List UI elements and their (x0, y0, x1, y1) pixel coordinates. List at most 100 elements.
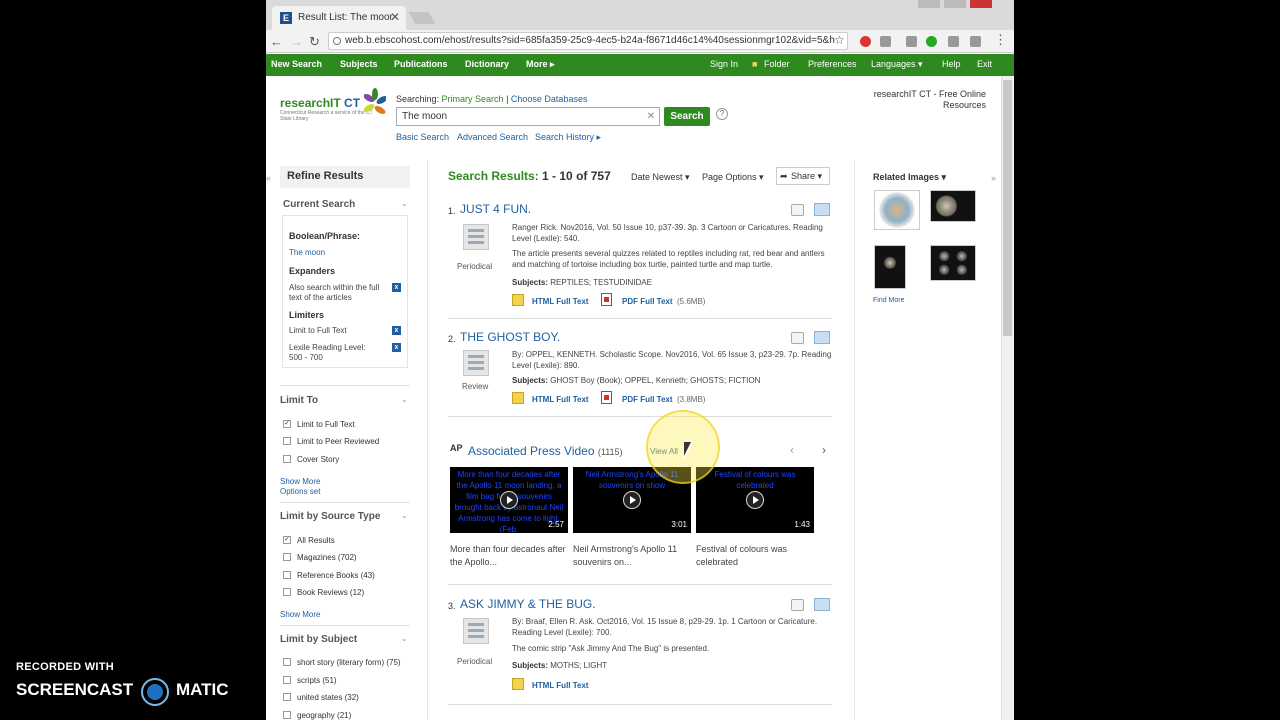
source-option-label[interactable]: All Results (297, 536, 335, 545)
related-image-planet[interactable] (874, 245, 906, 289)
video-thumbnail[interactable]: More than four decades after the Apollo … (450, 467, 568, 533)
next-arrow-icon[interactable]: › (822, 443, 826, 457)
add-to-folder-icon[interactable] (814, 203, 830, 216)
grammarly-extension-icon[interactable] (926, 36, 937, 47)
nav-languages[interactable]: Languages ▾ (871, 59, 923, 70)
scrollbar-thumb[interactable] (1003, 80, 1012, 336)
html-full-text-link[interactable]: HTML Full Text (532, 297, 589, 306)
menu-icon[interactable]: ⋮ (994, 32, 1007, 48)
source-checkbox[interactable]: ✓ (283, 536, 291, 544)
nav-dictionary[interactable]: Dictionary (465, 59, 509, 69)
result-title-link[interactable]: ASK JIMMY & THE BUG. (460, 597, 596, 611)
source-checkbox[interactable] (283, 588, 291, 596)
nav-publications[interactable]: Publications (394, 59, 448, 69)
researchit-ct-logo[interactable]: researchIT CT Connecticut Research a ser… (280, 88, 386, 124)
back-icon[interactable]: ← (270, 34, 283, 49)
ap-video-heading[interactable]: Associated Press Video (1115) (468, 444, 623, 458)
bookmark-star-icon[interactable]: ☆ (834, 33, 845, 47)
play-icon[interactable] (623, 491, 641, 509)
extension-icon[interactable] (948, 36, 959, 47)
extension-icon[interactable] (970, 36, 981, 47)
show-more-link[interactable]: Show More (280, 477, 320, 486)
related-image-moons[interactable] (930, 190, 976, 222)
html-full-text-link[interactable]: HTML Full Text (532, 395, 589, 404)
nav-subjects[interactable]: Subjects (340, 59, 378, 69)
nav-new-search[interactable]: New Search (271, 59, 322, 69)
collapse-left-icon[interactable]: « (266, 173, 271, 183)
search-button[interactable]: Search (664, 107, 710, 126)
limit-checkbox[interactable]: ✓ (283, 420, 291, 428)
limit-option-label[interactable]: Limit to Peer Reviewed (297, 437, 379, 446)
video-thumbnail[interactable]: Festival of colours was celebrated 1:43 (696, 467, 814, 533)
limit-option-label[interactable]: Limit to Full Text (297, 420, 355, 429)
boolean-value[interactable]: The moon (289, 248, 325, 258)
nav-more[interactable]: More ▸ (526, 59, 555, 70)
close-tab-icon[interactable]: ✕ (390, 10, 400, 24)
reload-icon[interactable]: ↻ (309, 34, 320, 50)
subject-checkbox[interactable] (283, 711, 291, 719)
forward-icon[interactable]: → (290, 34, 303, 49)
add-to-folder-icon[interactable] (814, 598, 830, 611)
source-option-label[interactable]: Magazines (702) (297, 553, 357, 562)
nav-help[interactable]: Help (942, 59, 961, 69)
remove-limiter-icon[interactable]: x (392, 343, 401, 352)
search-history-link[interactable]: Search History ▸ (535, 132, 601, 143)
subject-checkbox[interactable] (283, 693, 291, 701)
play-icon[interactable] (500, 491, 518, 509)
related-images-heading[interactable]: Related Images ▾ (873, 172, 946, 183)
subject-option-label[interactable]: scripts (51) (297, 676, 337, 685)
nav-preferences[interactable]: Preferences (808, 59, 857, 69)
preview-icon[interactable] (791, 204, 804, 216)
limit-checkbox[interactable] (283, 455, 291, 463)
play-icon[interactable] (746, 491, 764, 509)
collapse-right-icon[interactable]: » (991, 173, 996, 183)
preview-icon[interactable] (791, 332, 804, 344)
extension-icon[interactable] (880, 36, 891, 47)
source-option-label[interactable]: Reference Books (43) (297, 571, 375, 580)
find-more-link[interactable]: Find More (873, 297, 905, 304)
source-option-label[interactable]: Book Reviews (12) (297, 588, 364, 597)
new-tab-button[interactable] (408, 12, 436, 24)
html-full-text-link[interactable]: HTML Full Text (532, 681, 589, 690)
related-image-moon-phases[interactable] (930, 245, 976, 281)
chevron-down-icon[interactable]: ⌄ (401, 199, 408, 208)
result-title-link[interactable]: JUST 4 FUN. (460, 202, 531, 216)
source-checkbox[interactable] (283, 571, 291, 579)
current-search-heading[interactable]: Current Search (283, 199, 355, 210)
related-image-jupiter[interactable] (874, 190, 920, 230)
nav-sign-in[interactable]: Sign In (710, 59, 738, 69)
nav-exit[interactable]: Exit (977, 59, 992, 69)
close-window-icon[interactable] (970, 0, 992, 8)
chevron-down-icon[interactable]: ⌄ (401, 634, 408, 643)
restore-icon[interactable] (944, 0, 966, 8)
chevron-down-icon[interactable]: ⌄ (401, 395, 408, 404)
result-title-link[interactable]: THE GHOST BOY. (460, 330, 560, 344)
subject-checkbox[interactable] (283, 676, 291, 684)
subject-checkbox[interactable] (283, 658, 291, 666)
opera-extension-icon[interactable] (860, 36, 871, 47)
video-caption[interactable]: More than four decades after the Apollo.… (450, 543, 568, 569)
pdf-full-text-link[interactable]: PDF Full Text (622, 395, 673, 404)
options-set-link[interactable]: Options set (280, 487, 320, 496)
video-caption[interactable]: Neil Armstrong's Apollo 11 souvenirs on.… (573, 543, 691, 569)
show-more-link[interactable]: Show More (280, 610, 320, 619)
limit-option-label[interactable]: Cover Story (297, 455, 339, 464)
subject-option-label[interactable]: short story (literary form) (75) (297, 658, 401, 667)
source-checkbox[interactable] (283, 553, 291, 561)
subject-heading[interactable]: Limit by Subject (280, 634, 357, 645)
basic-search-link[interactable]: Basic Search (396, 132, 449, 142)
video-caption[interactable]: Festival of colours was celebrated (696, 543, 814, 569)
extension-icon[interactable] (906, 36, 917, 47)
share-button[interactable]: ➦ Share ▾ (776, 167, 830, 185)
remove-limiter-icon[interactable]: x (392, 326, 401, 335)
address-bar[interactable]: web.b.ebscohost.com/ehost/results?sid=68… (328, 32, 848, 50)
subject-option-label[interactable]: united states (32) (297, 693, 359, 702)
search-input[interactable]: The moon ✕ (396, 107, 660, 126)
source-type-heading[interactable]: Limit by Source Type (280, 511, 380, 522)
choose-databases-link[interactable]: Choose Databases (511, 94, 588, 104)
advanced-search-link[interactable]: Advanced Search (457, 132, 528, 142)
subject-option-label[interactable]: geography (21) (297, 711, 351, 720)
preview-icon[interactable] (791, 599, 804, 611)
limit-checkbox[interactable] (283, 437, 291, 445)
add-to-folder-icon[interactable] (814, 331, 830, 344)
